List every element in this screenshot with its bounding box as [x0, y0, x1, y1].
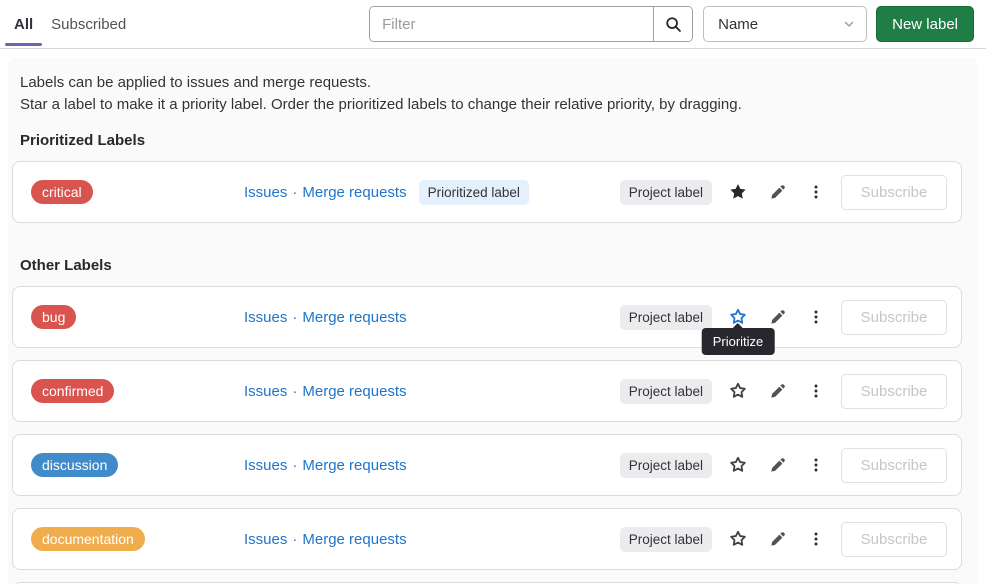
merge-requests-link[interactable]: Merge requests [302, 531, 406, 548]
chevron-down-icon [842, 17, 856, 31]
project-label-badge: Project label [620, 180, 712, 205]
sort-dropdown[interactable]: Name [703, 6, 867, 42]
merge-requests-link[interactable]: Merge requests [302, 457, 406, 474]
filter-group [369, 6, 693, 42]
subscribe-button[interactable]: Subscribe [841, 522, 947, 557]
tab-subscribed[interactable]: Subscribed [42, 0, 135, 48]
issues-link[interactable]: Issues [244, 531, 287, 548]
tab-all[interactable]: All [5, 0, 42, 48]
project-label-badge: Project label [620, 305, 712, 330]
label-badge-discussion[interactable]: discussion [31, 453, 118, 477]
merge-requests-link[interactable]: Merge requests [302, 309, 406, 326]
label-options-kebab-button[interactable] [800, 301, 832, 333]
link-separator: · [292, 457, 297, 474]
prioritize-tooltip: Prioritize [702, 328, 775, 355]
pencil-icon [769, 457, 786, 474]
search-button[interactable] [653, 7, 692, 41]
star-outline-icon [729, 456, 747, 474]
link-separator: · [292, 383, 297, 400]
subscribe-button[interactable]: Subscribe [841, 300, 947, 335]
edit-label-button[interactable] [761, 523, 793, 555]
prioritize-star-button[interactable] [722, 449, 754, 481]
labels-toolbar: All Subscribed Name New label [0, 0, 986, 49]
search-icon [665, 16, 682, 33]
unprioritize-star-button[interactable] [722, 176, 754, 208]
labels-container: Labels can be applied to issues and merg… [8, 58, 978, 584]
issues-link[interactable]: Issues [244, 184, 287, 201]
edit-label-button[interactable] [761, 449, 793, 481]
subscribe-button[interactable]: Subscribe [841, 448, 947, 483]
edit-label-button[interactable] [761, 176, 793, 208]
star-filled-icon [729, 183, 747, 201]
toolbar-controls: Name New label [369, 6, 974, 42]
prioritize-star-button[interactable] [722, 375, 754, 407]
label-options-kebab-button[interactable] [800, 523, 832, 555]
kebab-menu-icon [808, 184, 824, 200]
description-line-2: Star a label to make it a priority label… [20, 94, 962, 116]
other-labels-heading: Other Labels [12, 257, 962, 274]
prioritized-labels-heading: Prioritized Labels [12, 132, 962, 149]
kebab-menu-icon [808, 383, 824, 399]
label-badge-confirmed[interactable]: confirmed [31, 379, 114, 403]
label-options-kebab-button[interactable] [800, 176, 832, 208]
label-row-confirmed: confirmed Issues · Merge requests Projec… [12, 360, 962, 422]
prioritize-star-button[interactable] [722, 523, 754, 555]
new-label-button[interactable]: New label [876, 6, 974, 42]
subscribe-button[interactable]: Subscribe [841, 175, 947, 210]
filter-input[interactable] [370, 7, 653, 41]
kebab-menu-icon [808, 531, 824, 547]
subscribe-button[interactable]: Subscribe [841, 374, 947, 409]
link-separator: · [292, 309, 297, 326]
link-separator: · [292, 531, 297, 548]
label-row-documentation: documentation Issues · Merge requests Pr… [12, 508, 962, 570]
kebab-menu-icon [808, 309, 824, 325]
link-separator: · [292, 184, 297, 201]
label-options-kebab-button[interactable] [800, 449, 832, 481]
issues-link[interactable]: Issues [244, 383, 287, 400]
edit-label-button[interactable] [761, 375, 793, 407]
project-label-badge: Project label [620, 379, 712, 404]
label-badge-bug[interactable]: bug [31, 305, 76, 329]
merge-requests-link[interactable]: Merge requests [302, 383, 406, 400]
pencil-icon [769, 184, 786, 201]
label-options-kebab-button[interactable] [800, 375, 832, 407]
label-badge-documentation[interactable]: documentation [31, 527, 145, 551]
pencil-icon [769, 531, 786, 548]
sort-dropdown-value: Name [718, 16, 758, 33]
project-label-badge: Project label [620, 453, 712, 478]
star-outline-icon [729, 382, 747, 400]
issues-link[interactable]: Issues [244, 457, 287, 474]
star-outline-icon [729, 530, 747, 548]
pencil-icon [769, 309, 786, 326]
pencil-icon [769, 383, 786, 400]
label-tabs: All Subscribed [5, 0, 135, 48]
prioritized-label-badge: Prioritized label [419, 180, 529, 205]
kebab-menu-icon [808, 457, 824, 473]
labels-description: Labels can be applied to issues and merg… [12, 72, 962, 115]
label-row-critical: critical Issues · Merge requests Priorit… [12, 161, 962, 223]
label-row-discussion: discussion Issues · Merge requests Proje… [12, 434, 962, 496]
merge-requests-link[interactable]: Merge requests [302, 184, 406, 201]
description-line-1: Labels can be applied to issues and merg… [20, 72, 962, 94]
project-label-badge: Project label [620, 527, 712, 552]
prioritize-star-button[interactable]: Prioritize [722, 301, 754, 333]
issues-link[interactable]: Issues [244, 309, 287, 326]
label-badge-critical[interactable]: critical [31, 180, 93, 204]
label-row-bug: bug Issues · Merge requests Project labe… [12, 286, 962, 348]
